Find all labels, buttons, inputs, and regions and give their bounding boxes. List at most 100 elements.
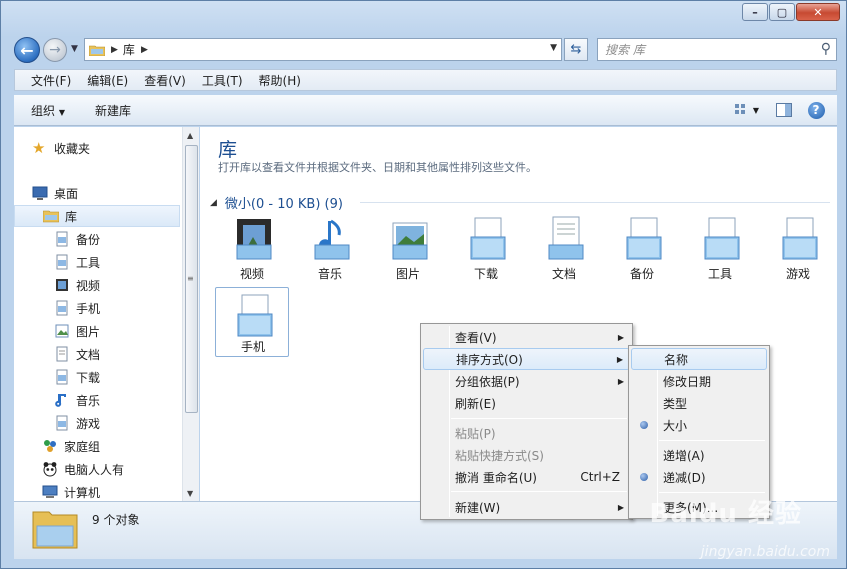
refresh-button[interactable]: ⇆ (564, 38, 588, 61)
baidu-watermark: Baidu 经验 (649, 499, 802, 529)
menu-item-undo[interactable]: 撤消 重命名(U) Ctrl+Z (423, 466, 630, 488)
forward-button[interactable]: → (43, 38, 67, 62)
selected-radio-icon (640, 421, 648, 429)
folder-library-icon (782, 217, 818, 260)
folder-library-icon (704, 217, 740, 260)
item-count: 9 个对象 (92, 513, 140, 527)
sort-by-type[interactable]: 类型 (631, 392, 767, 414)
address-dropdown-icon[interactable]: ▼ (550, 43, 557, 53)
nav-libraries[interactable]: 库 (14, 205, 180, 227)
title-buttons: – ▢ ✕ (741, 3, 840, 21)
sidebar-item-documents[interactable]: 文档 (54, 343, 100, 365)
scroll-grip-icon: ≡ (187, 274, 194, 283)
address-bar[interactable]: ▶ 库 ▶ ▼ (84, 38, 562, 61)
recent-pages-dropdown[interactable]: ▼ (71, 44, 78, 54)
library-item-documents[interactable]: 文档 (527, 215, 601, 283)
scroll-down-icon[interactable]: ▼ (187, 489, 193, 498)
sort-descending[interactable]: 递减(D) (631, 466, 767, 488)
back-button[interactable]: ← (14, 37, 40, 63)
menu-item-group[interactable]: 分组依据(P) ▶ (423, 370, 630, 392)
sidebar-item-label: 视频 (76, 278, 101, 293)
library-item-games[interactable]: 游戏 (761, 215, 835, 283)
folder-library-icon (237, 294, 273, 337)
folder-library-icon (470, 217, 506, 260)
menu-edit[interactable]: 编辑(E) (87, 72, 128, 89)
selected-radio-icon (640, 473, 648, 481)
menu-tools[interactable]: 工具(T) (202, 72, 243, 89)
folder-icon (56, 300, 68, 316)
submenu-arrow-icon: ▶ (617, 332, 624, 342)
library-item-tools[interactable]: 工具 (683, 215, 757, 283)
sidebar-item-music[interactable]: 音乐 (54, 389, 100, 411)
sidebar-item-pictures[interactable]: 图片 (54, 320, 100, 342)
library-item-backup[interactable]: 备份 (605, 215, 679, 283)
nav-homegroup[interactable]: 家庭组 (42, 435, 100, 457)
page-title: 库 (218, 139, 238, 161)
library-item-phone[interactable]: 手机 (215, 287, 289, 357)
context-menu: 查看(V) ▶ 排序方式(O) ▶ 分组依据(P) ▶ 刷新(E) 粘贴(P) 粘贴快… (420, 323, 633, 520)
breadcrumb-arrow-icon[interactable]: ▶ (111, 45, 118, 55)
library-large-icon (32, 511, 78, 549)
help-button[interactable]: ? (807, 101, 825, 119)
group-divider (360, 202, 830, 203)
nav-computer[interactable]: 计算机 (42, 481, 100, 501)
baidu-watermark-url: jingyan.baidu.com (700, 544, 830, 560)
group-header[interactable]: ◢ 微小(0 - 10 KB) (9) (210, 193, 343, 212)
search-input[interactable]: 搜索 库 ⚲ (597, 38, 837, 61)
breadcrumb-arrow-icon[interactable]: ▶ (141, 45, 148, 55)
sort-ascending[interactable]: 递增(A) (631, 444, 767, 466)
menu-item-view[interactable]: 查看(V) ▶ (423, 326, 630, 348)
picture-library-icon (392, 222, 428, 260)
menubar: 文件(F) 编辑(E) 查看(V) 工具(T) 帮助(H) (14, 69, 837, 91)
chevron-down-icon[interactable]: ▼ (753, 106, 759, 115)
sidebar-item-downloads[interactable]: 下载 (54, 366, 100, 388)
minimize-button[interactable]: – (742, 3, 768, 21)
library-item-videos[interactable]: 视频 (215, 215, 289, 283)
refresh-icon: ⇆ (570, 42, 582, 57)
homegroup-icon (44, 440, 56, 452)
menu-item-refresh[interactable]: 刷新(E) (423, 392, 630, 414)
picture-icon (55, 324, 69, 338)
submenu-arrow-icon: ▶ (617, 502, 624, 512)
chevron-down-icon: ▼ (58, 107, 65, 117)
help-icon: ? (807, 101, 825, 119)
library-item-pictures[interactable]: 图片 (371, 215, 445, 283)
preview-pane-icon[interactable] (775, 101, 793, 119)
desktop-icon (32, 186, 48, 200)
menu-item-new[interactable]: 新建(W) ▶ (423, 496, 630, 518)
search-icon[interactable]: ⚲ (821, 41, 831, 57)
sort-by-name[interactable]: 名称 (631, 348, 767, 370)
menu-item-paste-shortcut: 粘贴快捷方式(S) (455, 448, 544, 463)
doc-library-icon (548, 216, 584, 260)
menu-item-sort[interactable]: 排序方式(O) ▶ (423, 348, 630, 370)
submenu-arrow-icon: ▶ (616, 354, 623, 364)
nav-scrollbar[interactable]: ▲ ≡ ▼ (182, 127, 199, 501)
sidebar-item-label: 工具 (76, 255, 101, 270)
folder-icon (56, 369, 68, 385)
sidebar-item-phone[interactable]: 手机 (54, 297, 100, 319)
new-library-button[interactable]: 新建库 (95, 102, 131, 119)
nav-desktop[interactable]: 桌面 (32, 182, 78, 204)
sidebar-item-backup[interactable]: 备份 (54, 228, 100, 250)
sidebar-item-label: 备份 (76, 232, 101, 247)
sort-by-date-modified[interactable]: 修改日期 (631, 370, 767, 392)
sidebar-item-videos[interactable]: 视频 (54, 274, 100, 296)
library-item-downloads[interactable]: 下载 (449, 215, 523, 283)
nav-user[interactable]: 电脑人人有 (42, 458, 124, 480)
close-button[interactable]: ✕ (796, 3, 840, 21)
change-view-icon[interactable] (733, 101, 751, 119)
sidebar-item-games[interactable]: 游戏 (54, 412, 100, 434)
breadcrumb-library[interactable]: 库 (123, 41, 135, 58)
maximize-button[interactable]: ▢ (769, 3, 795, 21)
doc-icon (56, 346, 68, 362)
nav-favorites[interactable]: ★ 收藏夹 (32, 137, 90, 159)
item-label: 音乐 (317, 267, 342, 281)
sort-by-size[interactable]: 大小 (631, 414, 767, 436)
sidebar-item-tools[interactable]: 工具 (54, 251, 100, 273)
menu-help[interactable]: 帮助(H) (259, 72, 301, 89)
menu-file[interactable]: 文件(F) (31, 72, 71, 89)
organize-button[interactable]: 组织 ▼ (31, 102, 65, 119)
library-item-music[interactable]: 音乐 (293, 215, 367, 283)
scroll-up-icon[interactable]: ▲ (187, 131, 193, 140)
menu-view[interactable]: 查看(V) (144, 72, 186, 89)
